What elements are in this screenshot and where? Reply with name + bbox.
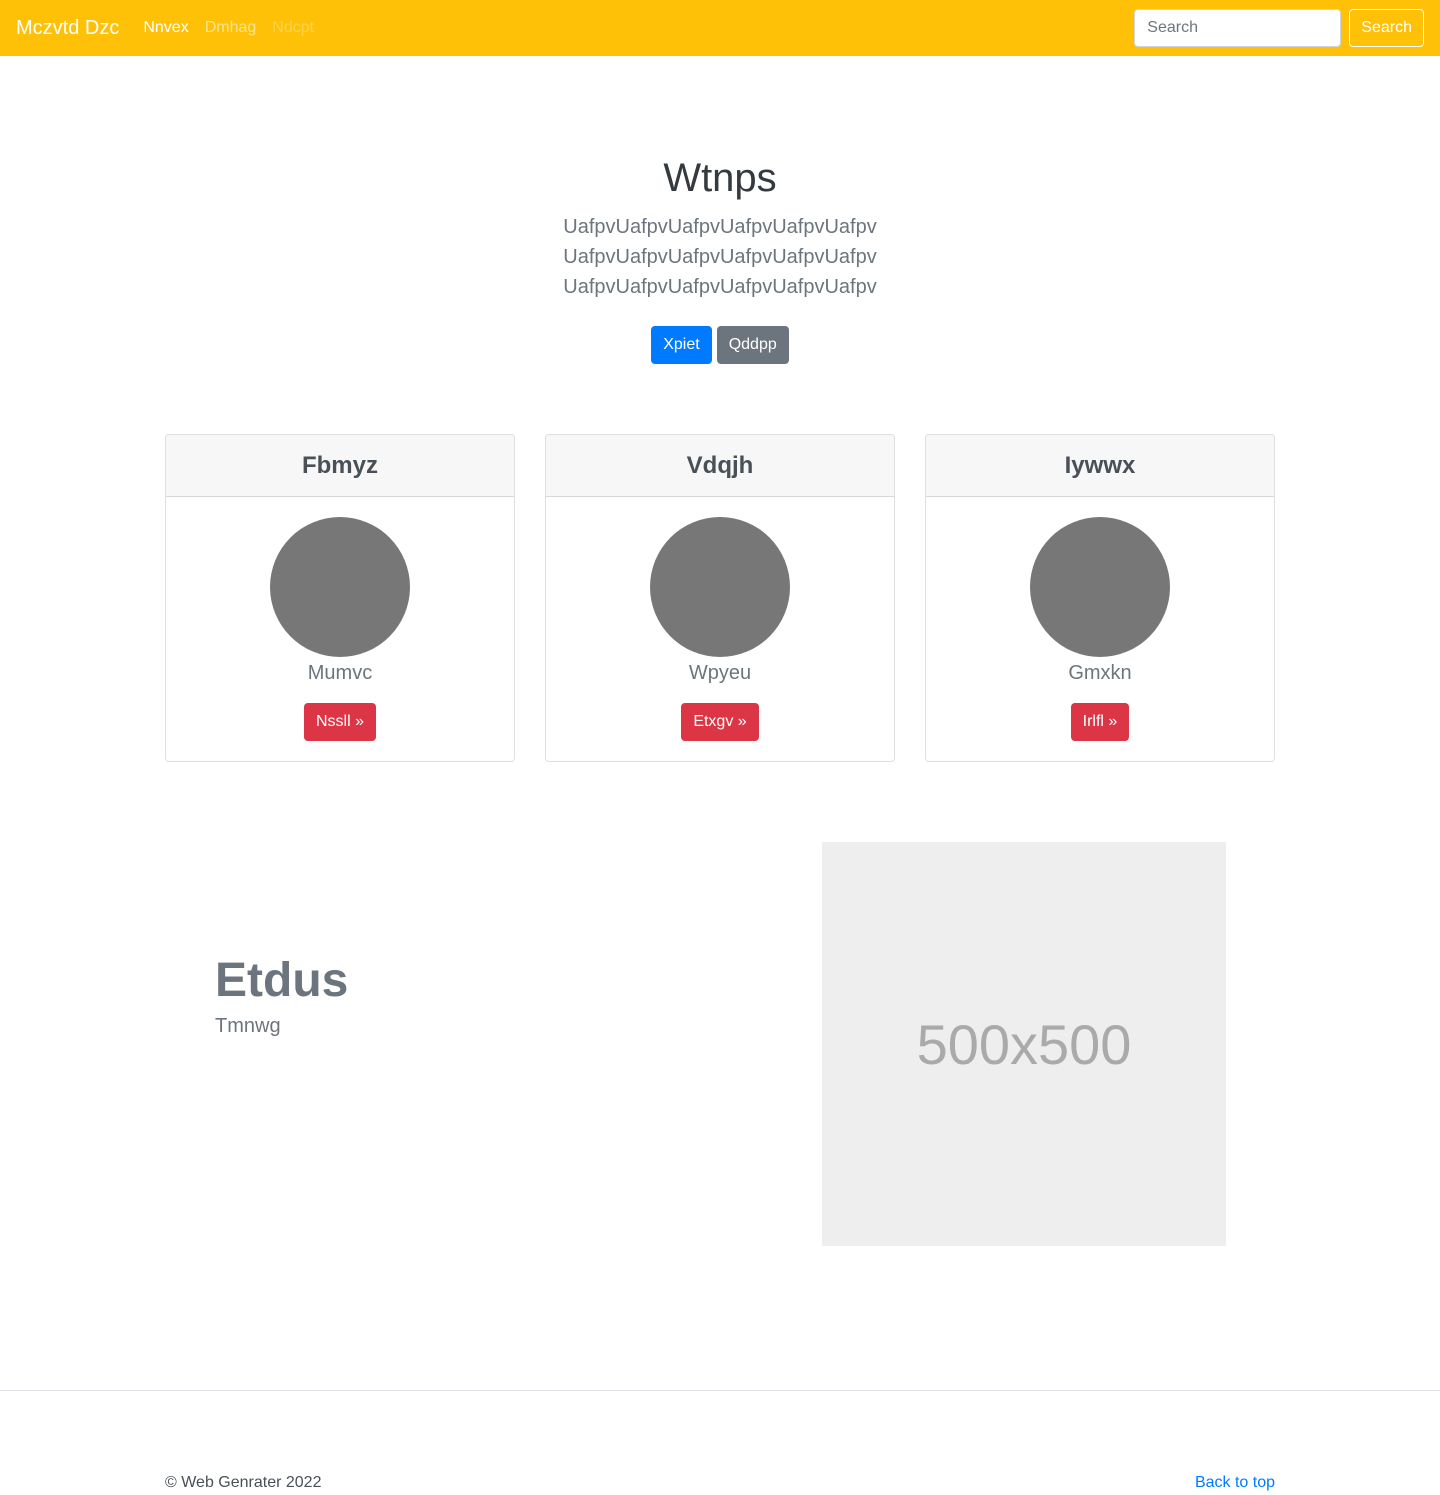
nav-link-nnvex[interactable]: Nnvex	[143, 19, 188, 37]
footer-copyright: © Web Genrater 2022	[165, 1474, 322, 1491]
card-deck: Fbmyz Mumvc Nssll » Vdqjh Wpyeu Etxgv » …	[165, 434, 1275, 762]
hero-title: Wtnps	[663, 156, 777, 200]
card-button[interactable]: Etxgv »	[681, 703, 759, 741]
nav-link-ndcpt: Ndcpt	[272, 19, 315, 36]
feature-heading: Etdus	[215, 954, 349, 1007]
back-to-top-link[interactable]: Back to top	[1195, 1474, 1275, 1492]
card-vdqjh: Vdqjh Wpyeu Etxgv »	[545, 434, 895, 762]
card-text: Wpyeu	[688, 662, 752, 684]
placeholder-image: 500x500	[822, 842, 1226, 1246]
card-text: Gmxkn	[1068, 662, 1132, 684]
hero-lead: UafpvUafpvUafpvUafpvUafpvUafpv UafpvUafp…	[563, 216, 877, 298]
card-body: Wpyeu Etxgv »	[546, 497, 894, 741]
placeholder-image-label: 500x500	[916, 1012, 1132, 1076]
card-iywwx: Iywwx Gmxkn Irlfl »	[925, 434, 1275, 762]
secondary-button[interactable]: Qddpp	[716, 326, 789, 364]
card-body: Gmxkn Irlfl »	[926, 497, 1274, 741]
card-button[interactable]: Nssll »	[303, 703, 376, 741]
nav-link-dmhag[interactable]: Dmhag	[205, 19, 257, 37]
avatar-placeholder	[1030, 517, 1170, 657]
card-body: Mumvc Nssll »	[166, 497, 514, 741]
card-text: Mumvc	[307, 662, 373, 684]
avatar-placeholder	[650, 517, 790, 657]
search-input[interactable]	[1134, 9, 1342, 47]
hero-section: Wtnps UafpvUafpvUafpvUafpvUafpvUafpv Uaf…	[0, 152, 1440, 364]
brand-logo[interactable]: Mczvtd Dzc	[16, 17, 119, 40]
hero-buttons: Xpiet Qddpp	[0, 326, 1440, 364]
card-fbmyz: Fbmyz Mumvc Nssll »	[165, 434, 515, 762]
card-header: Iywwx	[926, 435, 1274, 497]
footer-divider	[0, 1390, 1440, 1391]
card-header: Fbmyz	[166, 435, 514, 497]
feature-subtext: Tmnwg	[215, 1015, 281, 1037]
primary-button[interactable]: Xpiet	[651, 326, 712, 364]
card-header: Vdqjh	[546, 435, 894, 497]
navbar: Mczvtd Dzc Nnvex Dmhag Ndcpt Search	[0, 0, 1440, 56]
search-button[interactable]: Search	[1349, 9, 1424, 47]
avatar-placeholder	[270, 517, 410, 657]
card-button[interactable]: Irlfl »	[1070, 703, 1130, 741]
